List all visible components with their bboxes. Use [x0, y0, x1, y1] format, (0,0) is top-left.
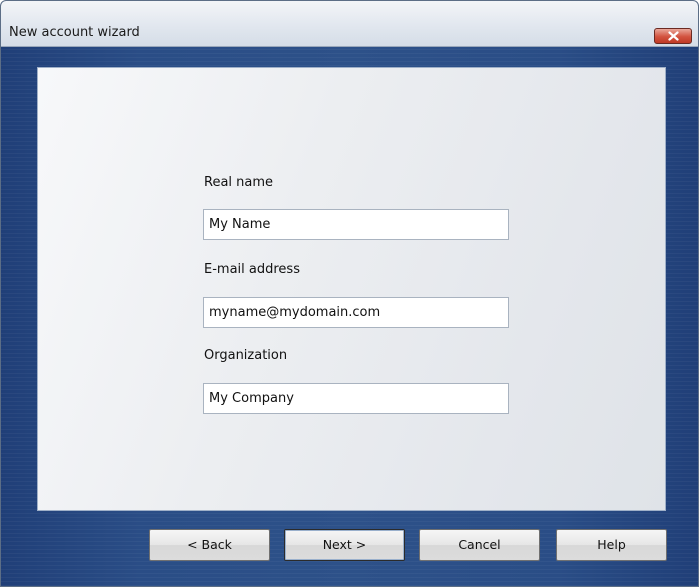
wizard-window: New account wizard Real name E-mail addr… — [0, 0, 699, 587]
back-button[interactable]: < Back — [149, 529, 270, 561]
real-name-label: Real name — [204, 175, 274, 190]
close-icon — [668, 31, 679, 41]
wizard-content-panel — [37, 67, 666, 511]
cancel-button[interactable]: Cancel — [419, 529, 540, 561]
title-bar[interactable]: New account wizard — [1, 1, 698, 47]
close-button[interactable] — [654, 28, 692, 44]
window-title: New account wizard — [9, 25, 140, 40]
help-button[interactable]: Help — [556, 529, 667, 561]
next-button[interactable]: Next > — [284, 529, 405, 561]
email-address-label: E-mail address — [204, 262, 300, 277]
email-address-field[interactable] — [203, 297, 509, 328]
organization-label: Organization — [204, 348, 288, 363]
real-name-field[interactable] — [203, 209, 509, 240]
organization-field[interactable] — [203, 383, 509, 414]
